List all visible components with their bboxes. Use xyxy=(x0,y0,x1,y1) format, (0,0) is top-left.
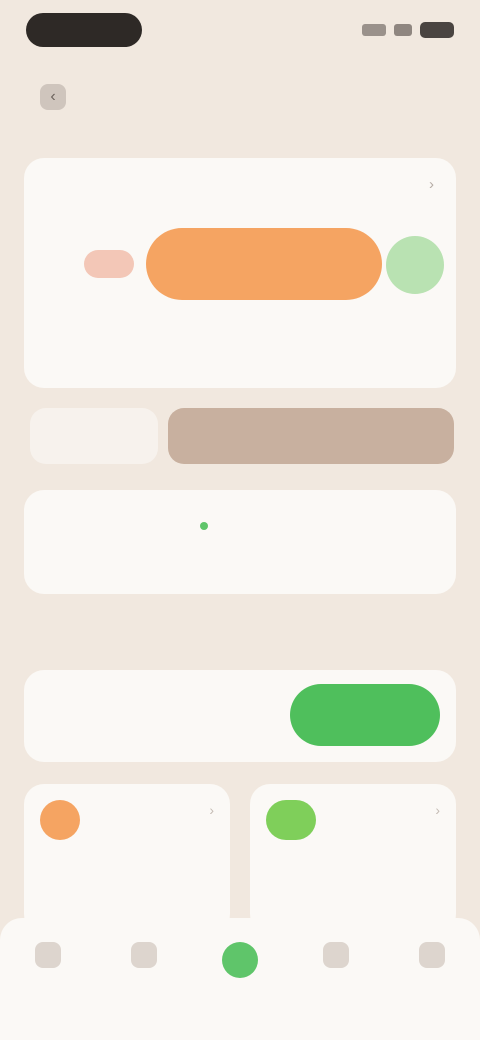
week-strip xyxy=(24,490,456,594)
progress-bar-row xyxy=(64,228,444,300)
chevron-right-icon[interactable]: › xyxy=(429,176,434,193)
segment-control xyxy=(30,408,454,464)
profile-icon xyxy=(419,942,445,968)
progress-segment-low xyxy=(84,250,134,278)
progress-segment-current xyxy=(146,228,382,300)
chart-icon xyxy=(131,942,157,968)
day-item-active[interactable] xyxy=(182,506,226,530)
activity-icon xyxy=(40,800,80,840)
signal-icon xyxy=(362,24,386,36)
progress-segment-goal xyxy=(386,236,444,294)
nav-item-stats[interactable] xyxy=(109,942,179,978)
status-bar xyxy=(0,0,480,60)
battery-icon xyxy=(420,22,454,38)
progress-card[interactable]: › xyxy=(24,158,456,388)
chevron-right-icon[interactable]: › xyxy=(435,802,440,818)
message-icon xyxy=(323,942,349,968)
status-icons xyxy=(362,22,454,38)
day-item[interactable] xyxy=(254,506,298,514)
task-action-button[interactable] xyxy=(290,684,440,746)
header: ‹ xyxy=(40,84,80,110)
segment-option-a[interactable] xyxy=(30,408,158,464)
plus-icon xyxy=(222,942,258,978)
task-card xyxy=(24,670,456,762)
mini-card[interactable]: › xyxy=(24,784,230,934)
mini-card[interactable]: › xyxy=(250,784,456,934)
bottom-nav xyxy=(0,918,480,1040)
wifi-icon xyxy=(394,24,412,36)
segment-option-b[interactable] xyxy=(168,408,454,464)
dynamic-island xyxy=(26,13,142,47)
day-item[interactable] xyxy=(110,506,154,514)
nav-item-messages[interactable] xyxy=(301,942,371,978)
active-day-dot xyxy=(200,522,208,530)
nav-item-home[interactable] xyxy=(13,942,83,978)
activity-icon xyxy=(266,800,316,840)
home-icon xyxy=(35,942,61,968)
nav-item-profile[interactable] xyxy=(397,942,467,978)
day-item[interactable] xyxy=(38,506,82,514)
back-icon[interactable]: ‹ xyxy=(40,84,66,110)
day-item[interactable] xyxy=(398,506,442,514)
chevron-right-icon[interactable]: › xyxy=(209,802,214,818)
day-item[interactable] xyxy=(326,506,370,514)
nav-item-center[interactable] xyxy=(205,942,275,988)
